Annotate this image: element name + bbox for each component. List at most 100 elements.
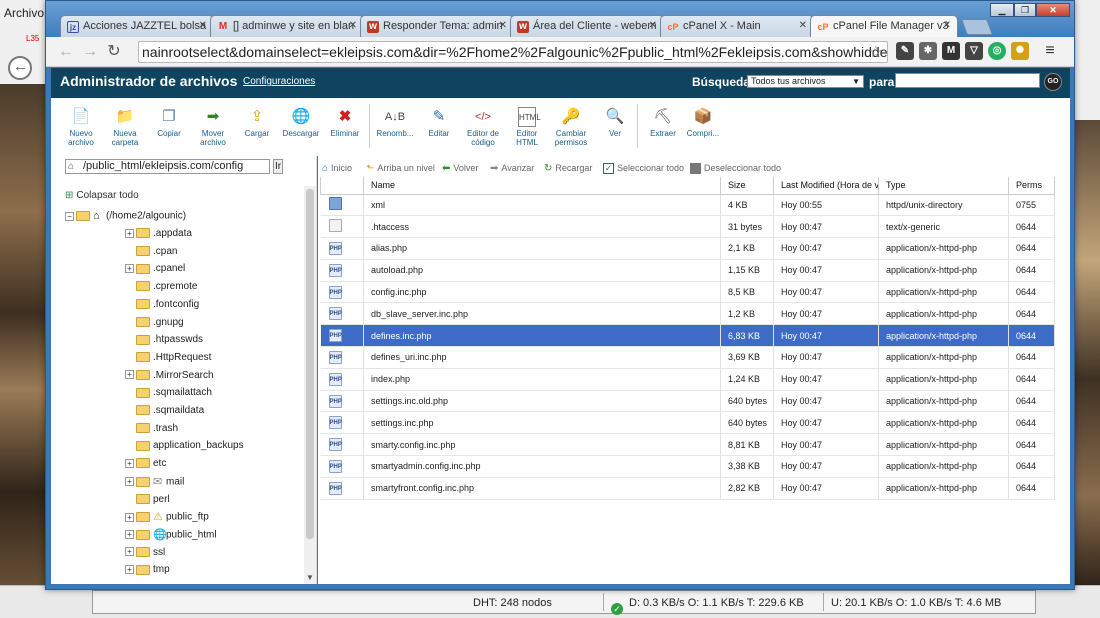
expand-toggle-icon[interactable]: + bbox=[125, 530, 134, 540]
table-row[interactable]: PHP settings.inc.php 640 bytes Hoy 00:47 app… bbox=[320, 411, 1055, 435]
file-name[interactable]: xml bbox=[363, 194, 721, 217]
edit-button[interactable]: ✎ Editar bbox=[417, 107, 461, 138]
file-perms[interactable]: 0644 bbox=[1008, 433, 1055, 457]
reload-button[interactable]: ↻ Recargar bbox=[544, 160, 592, 176]
tree-item[interactable]: + .appdata bbox=[125, 226, 192, 242]
tree-item[interactable]: + ✉ mail bbox=[125, 474, 184, 490]
table-row[interactable]: .htaccess 31 bytes Hoy 00:47 text/x-generic… bbox=[320, 215, 1055, 239]
gmail-extension-icon[interactable]: M bbox=[942, 42, 960, 60]
bookmark-star-icon[interactable]: ☆ bbox=[869, 42, 883, 62]
tab-gmail[interactable]: M [] adminwe y site en blan ✕ bbox=[210, 15, 364, 37]
file-icon-cell[interactable]: PHP bbox=[320, 368, 364, 391]
back-icon[interactable]: ← bbox=[56, 42, 76, 62]
tree-scrollbar[interactable]: ▼ bbox=[304, 186, 316, 584]
file-icon-cell[interactable]: PHP bbox=[320, 477, 364, 500]
file-name[interactable]: smartyfront.config.inc.php bbox=[363, 477, 721, 500]
new-file-button[interactable]: 📄 Nuevo archivo bbox=[59, 107, 103, 147]
new-tab-button[interactable] bbox=[961, 19, 993, 35]
settings-extension-icon[interactable]: ✱ bbox=[919, 42, 937, 60]
tree-item[interactable]: .HttpRequest bbox=[125, 350, 211, 366]
file-name[interactable]: smartyadmin.config.inc.php bbox=[363, 455, 721, 478]
file-icon-cell[interactable]: PHP bbox=[320, 346, 364, 369]
tab-responder[interactable]: w Responder Tema: admin ✕ bbox=[360, 15, 514, 37]
file-name[interactable]: .htaccess bbox=[363, 215, 721, 239]
tree-item[interactable]: .sqmailattach bbox=[125, 385, 212, 401]
file-perms[interactable]: 0755 bbox=[1008, 194, 1055, 217]
column-header-size[interactable]: Size bbox=[720, 177, 774, 195]
close-icon[interactable]: ✕ bbox=[199, 20, 207, 31]
change-permissions-button[interactable]: 🔑 Cambiar permisos bbox=[549, 107, 593, 147]
file-perms[interactable]: 0644 bbox=[1008, 215, 1055, 239]
file-name[interactable]: autoload.php bbox=[363, 259, 721, 282]
file-perms[interactable]: 0644 bbox=[1008, 281, 1055, 304]
file-perms[interactable]: 0644 bbox=[1008, 259, 1055, 282]
file-perms[interactable]: 0644 bbox=[1008, 368, 1055, 391]
reload-icon[interactable]: ↻ bbox=[104, 42, 124, 62]
file-name[interactable]: alias.php bbox=[363, 237, 721, 260]
select-all-button[interactable]: ✓ Seleccionar todo bbox=[603, 160, 684, 176]
tab-cpanel-main[interactable]: cP cPanel X - Main ✕ bbox=[660, 15, 814, 37]
search-scope-select[interactable]: Todos tus archivos ▼ bbox=[747, 75, 864, 88]
collapse-toggle-icon[interactable]: − bbox=[65, 211, 74, 221]
expand-toggle-icon[interactable]: + bbox=[125, 565, 134, 575]
close-icon[interactable]: ✕ bbox=[943, 20, 951, 31]
delete-button[interactable]: ✖ Eliminar bbox=[323, 107, 367, 138]
file-icon-cell[interactable]: PHP bbox=[320, 455, 364, 478]
tree-item[interactable]: + 🌐public_html bbox=[125, 527, 217, 543]
column-header-type[interactable]: Type bbox=[878, 177, 1009, 195]
file-icon-cell[interactable]: PHP bbox=[320, 302, 364, 326]
file-name[interactable]: index.php bbox=[363, 368, 721, 391]
extract-button[interactable]: ⛏ Extraer bbox=[641, 107, 685, 138]
expand-toggle-icon[interactable]: + bbox=[125, 512, 134, 522]
path-go-button[interactable]: Ir bbox=[273, 159, 283, 174]
tree-item[interactable]: .cpremote bbox=[125, 279, 197, 295]
tree-item[interactable]: + etc bbox=[125, 456, 166, 472]
expand-toggle-icon[interactable]: + bbox=[125, 458, 134, 468]
background-back-icon[interactable] bbox=[8, 56, 32, 80]
expand-toggle-icon[interactable]: + bbox=[125, 547, 134, 557]
pocket-icon[interactable]: ▽ bbox=[965, 42, 983, 60]
table-row[interactable]: PHP config.inc.php 8,5 KB Hoy 00:47 applicat… bbox=[320, 281, 1055, 304]
table-row[interactable]: PHP db_slave_server.inc.php 1,2 KB Hoy 00:4… bbox=[320, 302, 1055, 326]
back-button[interactable]: ⬅ Volver bbox=[442, 160, 478, 176]
file-icon-cell[interactable]: PHP bbox=[320, 237, 364, 260]
deselect-all-button[interactable]: Deseleccionar todo bbox=[690, 160, 781, 176]
tree-item[interactable]: + .cpanel bbox=[125, 261, 185, 277]
table-row[interactable]: PHP index.php 1,24 KB Hoy 00:47 application/… bbox=[320, 368, 1055, 391]
menu-archivo[interactable]: Archivo bbox=[4, 6, 44, 20]
home-button[interactable]: ⌂ Inicio bbox=[322, 160, 352, 176]
file-name[interactable]: defines_uri.inc.php bbox=[363, 346, 721, 369]
maximize-button[interactable]: ❐ bbox=[1014, 3, 1036, 17]
code-editor-button[interactable]: </> Editor de código bbox=[461, 107, 505, 147]
column-header-name[interactable]: Name bbox=[363, 177, 721, 195]
tree-item[interactable]: .trash bbox=[125, 421, 178, 437]
table-row[interactable]: PHP defines.inc.php 6,83 KB Hoy 00:47 applic… bbox=[320, 324, 1055, 348]
file-icon-cell[interactable] bbox=[320, 194, 364, 217]
table-row[interactable]: PHP alias.php 2,1 KB Hoy 00:47 application/x… bbox=[320, 237, 1055, 260]
file-icon-cell[interactable]: PHP bbox=[320, 281, 364, 304]
file-name[interactable]: db_slave_server.inc.php bbox=[363, 302, 721, 326]
file-icon-cell[interactable]: PHP bbox=[320, 259, 364, 282]
file-name[interactable]: smarty.config.inc.php bbox=[363, 433, 721, 457]
html-editor-button[interactable]: HTML Editor HTML bbox=[505, 107, 549, 147]
column-header-modified[interactable]: Last Modified (Hora de v bbox=[773, 177, 879, 195]
view-button[interactable]: 🔍 Ver bbox=[593, 107, 637, 138]
file-name[interactable]: defines.inc.php bbox=[363, 324, 721, 348]
yellow-extension-icon[interactable]: ✺ bbox=[1011, 42, 1029, 60]
forward-button[interactable]: ➡ Avanzar bbox=[490, 160, 534, 176]
extension-icon[interactable]: ✎ bbox=[896, 42, 914, 60]
menu-icon[interactable]: ≡ bbox=[1041, 42, 1059, 60]
file-name[interactable]: config.inc.php bbox=[363, 281, 721, 304]
table-row[interactable]: PHP smartyadmin.config.inc.php 3,38 KB Hoy … bbox=[320, 455, 1055, 478]
new-folder-button[interactable]: 📁 Nueva carpeta bbox=[103, 107, 147, 147]
tab-area-cliente[interactable]: w Área del Cliente - webem ✕ bbox=[510, 15, 664, 37]
close-icon[interactable]: ✕ bbox=[649, 20, 657, 31]
tab-jazztel[interactable]: jz Acciones JAZZTEL bolsa ✕ bbox=[60, 15, 214, 37]
green-extension-icon[interactable]: ◎ bbox=[988, 42, 1006, 60]
settings-link[interactable]: Configuraciones bbox=[243, 76, 315, 87]
file-name[interactable]: settings.inc.php bbox=[363, 411, 721, 435]
table-row[interactable]: PHP autoload.php 1,15 KB Hoy 00:47 applicati… bbox=[320, 259, 1055, 282]
expand-toggle-icon[interactable]: + bbox=[125, 264, 134, 274]
tree-item[interactable]: perl bbox=[125, 492, 170, 508]
path-input[interactable]: ⌂ /public_html/ekleipsis.com/config bbox=[65, 159, 270, 174]
